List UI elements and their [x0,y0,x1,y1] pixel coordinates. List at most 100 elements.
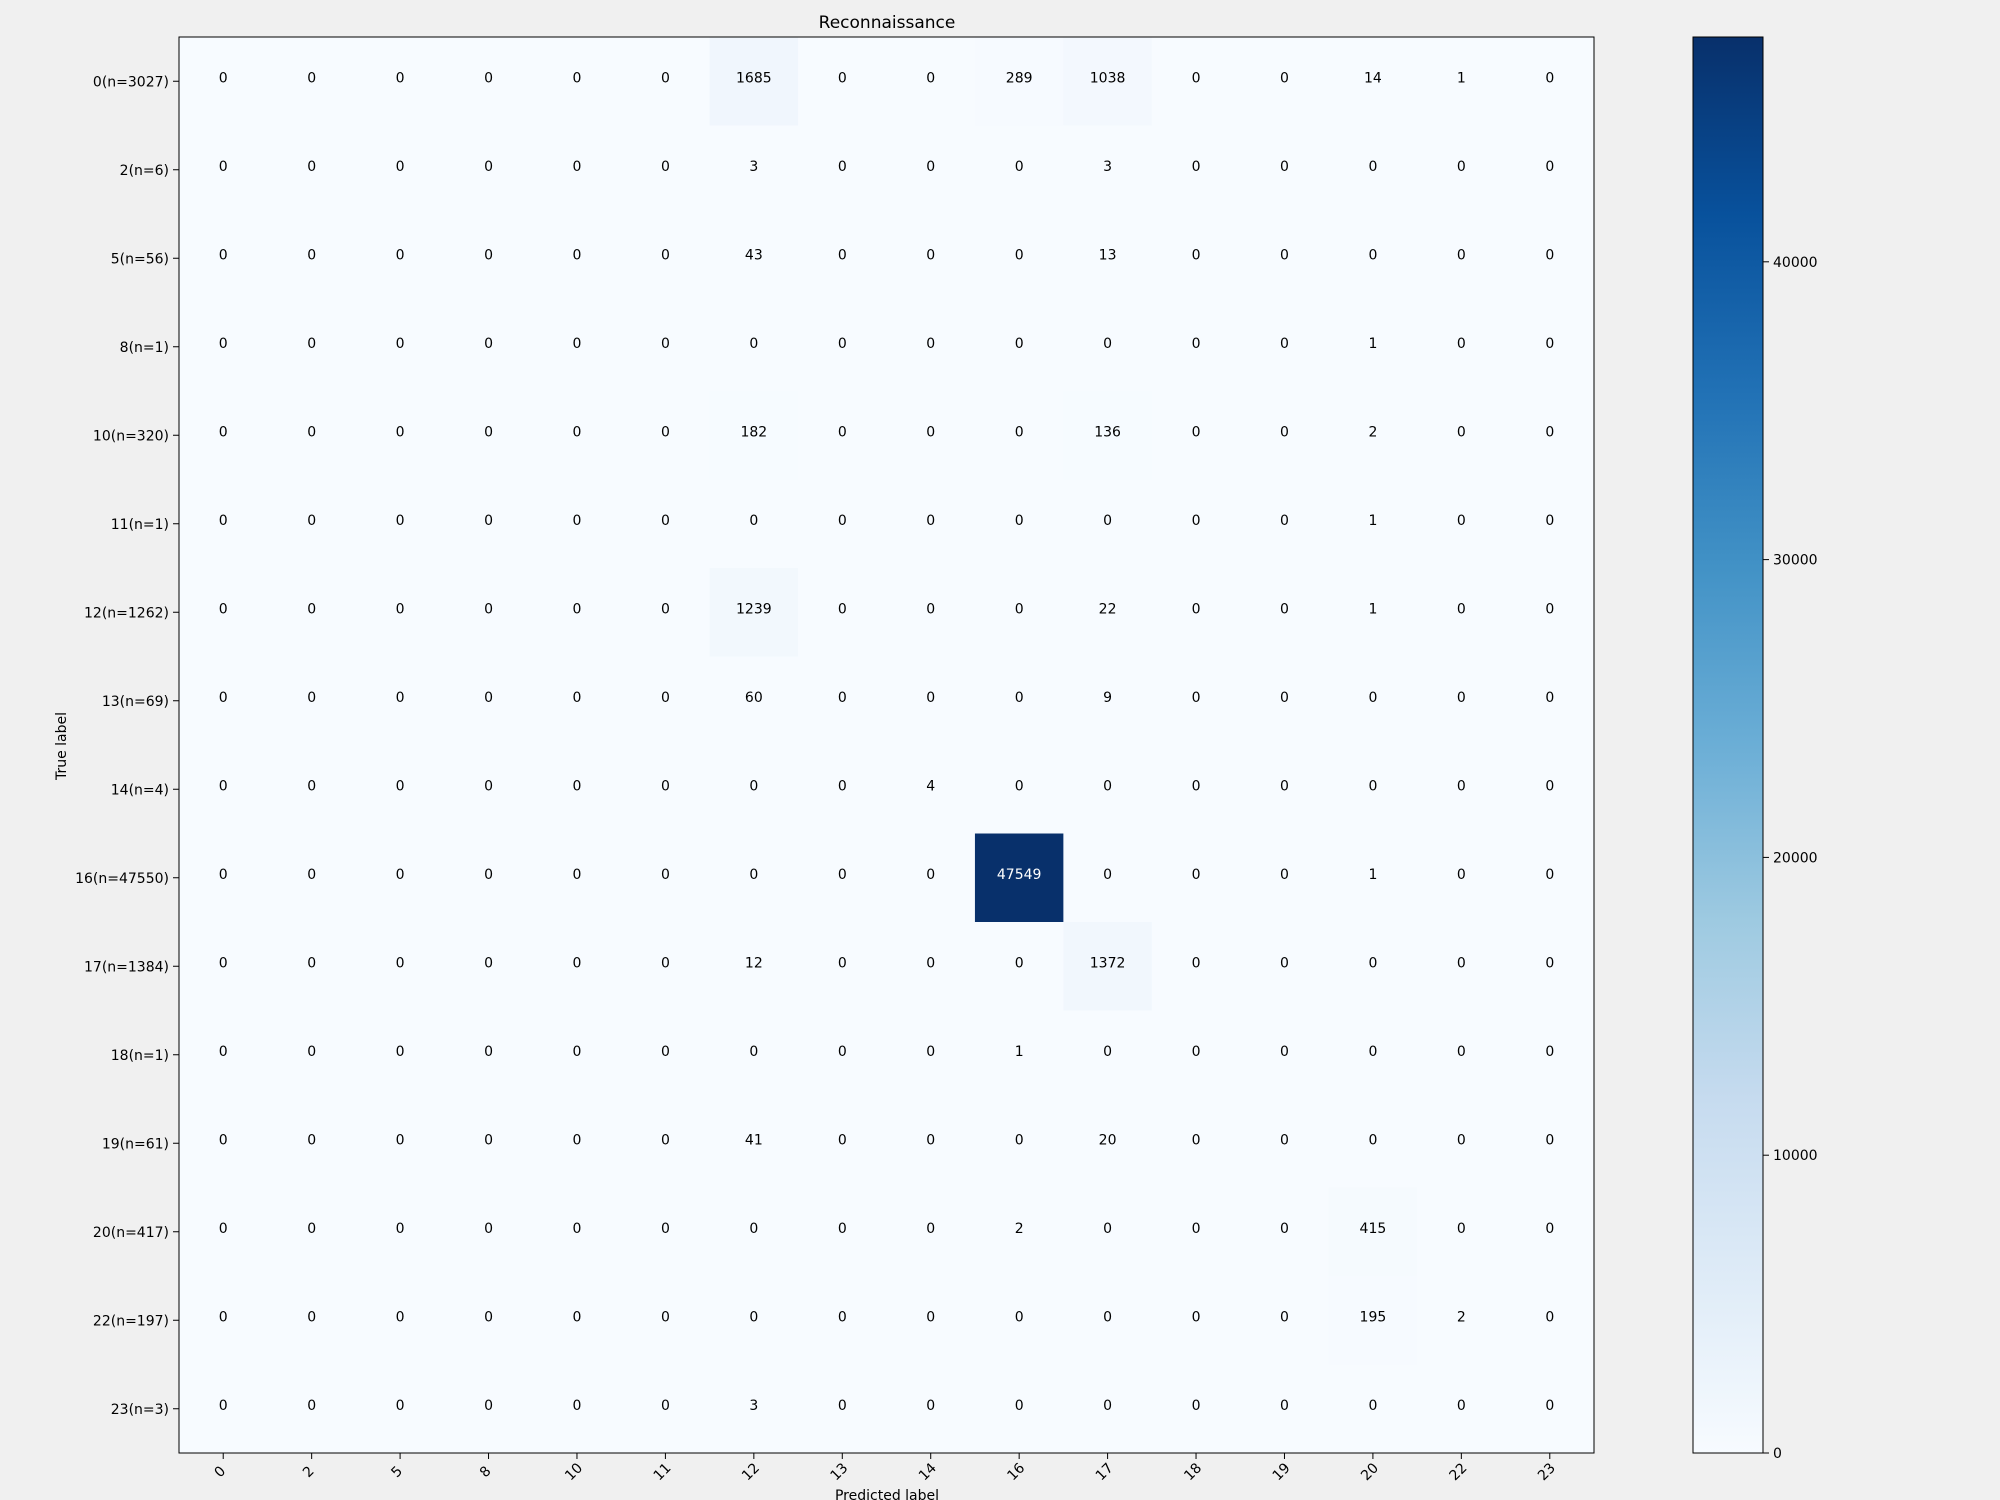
cell-value-label: 1038 [1090,70,1126,86]
cell-value-label: 0 [484,513,493,529]
cell-value-label: 0 [1103,513,1112,529]
x-tick-label: 0 [212,1463,230,1481]
cell-value-label: 0 [838,955,847,971]
cell-value-label: 415 [1360,1221,1387,1237]
cell-value-label: 0 [1103,336,1112,352]
cell-value-label: 0 [307,1309,316,1325]
cell-value-label: 0 [573,690,582,706]
cell-value-label: 0 [396,955,405,971]
cell-value-label: 0 [396,867,405,883]
cell-value-label: 3 [749,1398,758,1414]
x-tick-label: 8 [477,1463,495,1481]
cell-value-label: 4 [926,778,935,794]
cell-value-label: 1 [1368,601,1377,617]
x-tick-label: 23 [1535,1460,1559,1484]
cell-value-label: 0 [396,601,405,617]
cell-value-label: 0 [1192,778,1201,794]
cell-value-label: 0 [1192,601,1201,617]
cell-value-label: 136 [1094,424,1121,440]
cell-value-label: 0 [219,867,228,883]
cell-value-label: 0 [1368,690,1377,706]
cell-value-label: 0 [1280,690,1289,706]
cell-value-label: 0 [1545,690,1554,706]
cell-value-label: 12 [745,955,763,971]
cell-value-label: 0 [307,1044,316,1060]
cell-value-label: 0 [661,1398,670,1414]
cell-value-label: 0 [1280,513,1289,529]
cell-value-label: 0 [838,70,847,86]
x-tick-label: 16 [1004,1460,1028,1484]
cell-value-label: 0 [573,70,582,86]
y-tick-label: 23(n=3) [111,1402,169,1418]
cell-value-label: 0 [1457,955,1466,971]
cell-value-label: 0 [307,424,316,440]
cell-value-label: 0 [661,601,670,617]
cell-value-label: 2 [1368,424,1377,440]
cell-value-label: 0 [1280,1221,1289,1237]
cell-value-label: 0 [396,1221,405,1237]
cell-value-label: 0 [661,1221,670,1237]
cell-value-label: 0 [1545,1309,1554,1325]
cell-value-label: 182 [740,424,767,440]
cell-value-label: 0 [396,1398,405,1414]
cell-value-label: 0 [484,601,493,617]
cell-value-label: 0 [1280,424,1289,440]
cell-value-label: 0 [573,336,582,352]
cell-value-label: 0 [484,778,493,794]
cell-value-label: 0 [219,1044,228,1060]
cell-value-label: 0 [1457,1044,1466,1060]
y-tick-label: 20(n=417) [93,1225,169,1241]
cell-value-label: 0 [573,1221,582,1237]
cell-value-label: 0 [307,778,316,794]
cell-value-label: 0 [573,1044,582,1060]
cell-value-label: 0 [661,867,670,883]
cell-value-label: 0 [1457,867,1466,883]
cell-value-label: 0 [484,247,493,263]
cell-value-label: 0 [926,336,935,352]
cell-value-label: 0 [749,1044,758,1060]
cell-value-label: 41 [745,1132,763,1148]
cell-value-label: 0 [1015,336,1024,352]
cell-value-label: 0 [1368,247,1377,263]
cell-value-label: 0 [1280,867,1289,883]
cell-value-label: 0 [1192,513,1201,529]
cell-value-label: 0 [749,778,758,794]
cell-value-label: 0 [1192,159,1201,175]
cell-value-label: 2 [1457,1309,1466,1325]
cell-value-label: 0 [661,690,670,706]
cell-value-label: 0 [1192,1044,1201,1060]
cell-value-label: 0 [1457,336,1466,352]
cell-value-label: 0 [661,336,670,352]
cell-value-label: 0 [1545,867,1554,883]
cell-value-label: 0 [1280,247,1289,263]
x-tick-label: 17 [1093,1460,1117,1484]
cell-value-label: 0 [396,424,405,440]
heatmap-cells [179,37,1595,1454]
cell-value-label: 0 [1280,955,1289,971]
x-axis-ticks: 0 2 5 8 10 11 12 13 14 16 17 18 19 20 22 23 [212,1453,1559,1484]
cell-value-label: 0 [1545,159,1554,175]
cell-value-label: 0 [838,247,847,263]
cell-value-label: 0 [219,690,228,706]
cell-value-label: 0 [307,955,316,971]
cell-value-label: 0 [219,1221,228,1237]
cell-value-label: 0 [838,513,847,529]
cell-value-label: 0 [1457,1132,1466,1148]
cell-value-label: 0 [1015,1132,1024,1148]
cell-value-label: 0 [1192,690,1201,706]
cell-value-label: 0 [1192,247,1201,263]
cell-value-label: 0 [661,247,670,263]
x-tick-label: 10 [562,1460,586,1484]
cell-value-label: 0 [1368,1132,1377,1148]
cell-value-label: 0 [661,513,670,529]
colorbar-tick-label: 30000 [1773,553,1818,569]
cell-value-label: 1 [1368,867,1377,883]
cell-value-label: 2 [1015,1221,1024,1237]
cell-value-label: 0 [573,955,582,971]
cell-value-label: 0 [396,159,405,175]
cell-value-label: 0 [1103,1044,1112,1060]
cell-value-label: 0 [838,867,847,883]
cell-value-label: 0 [1103,1221,1112,1237]
cell-value-label: 0 [1545,70,1554,86]
cell-value-label: 0 [484,955,493,971]
